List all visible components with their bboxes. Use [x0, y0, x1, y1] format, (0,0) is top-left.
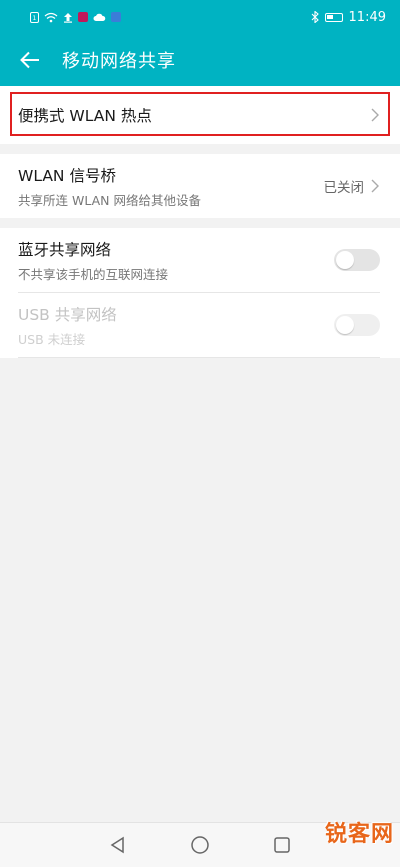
- chevron-right-icon: [371, 179, 379, 193]
- recent-square-icon: [274, 837, 290, 853]
- sim-icon: 1: [30, 11, 39, 23]
- arrow-left-icon: [20, 51, 39, 69]
- watermark-logo: 锐客网: [324, 822, 394, 847]
- usb-tethering-description: USB 未连接: [18, 331, 86, 347]
- divider: [18, 357, 380, 358]
- back-button[interactable]: [12, 42, 48, 78]
- title-bar: 移动网络共享: [0, 34, 400, 86]
- nav-home-button[interactable]: [189, 834, 211, 856]
- wlan-bridge-card: WLAN 信号桥 共享所连 WLAN 网络给其他设备 已关闭: [0, 154, 400, 218]
- section-gap: [0, 218, 400, 228]
- home-circle-icon: [191, 836, 209, 854]
- settings-content: 便携式 WLAN 热点 WLAN 信号桥 共享所连 WLAN 网络给其他设备 已…: [0, 86, 400, 358]
- section-gap: [0, 144, 400, 154]
- bluetooth-tethering-row: 蓝牙共享网络 不共享该手机的互联网连接: [0, 228, 400, 292]
- battery-icon: [324, 12, 343, 22]
- highlight-box: [10, 92, 390, 136]
- status-icons-right: 11:49: [311, 10, 386, 25]
- nav-recent-button[interactable]: [271, 834, 293, 856]
- wlan-bridge-label: WLAN 信号桥: [18, 166, 116, 185]
- svg-text:1: 1: [33, 15, 37, 22]
- hotspot-row[interactable]: 便携式 WLAN 热点: [0, 86, 400, 144]
- hotspot-card: 便携式 WLAN 热点: [0, 86, 400, 144]
- back-triangle-icon: [110, 836, 124, 854]
- wlan-bridge-description: 共享所连 WLAN 网络给其他设备: [18, 192, 201, 208]
- bluetooth-tethering-description: 不共享该手机的互联网连接: [18, 266, 169, 282]
- notification-icon: [111, 12, 121, 22]
- page-title: 移动网络共享: [62, 51, 176, 72]
- app-icon: [78, 12, 88, 22]
- bluetooth-tethering-label: 蓝牙共享网络: [18, 240, 112, 259]
- bluetooth-tethering-toggle[interactable]: [334, 249, 380, 271]
- status-icons-left: 1: [30, 11, 121, 23]
- tethering-card: 蓝牙共享网络 不共享该手机的互联网连接 USB 共享网络 USB 未连接: [0, 228, 400, 358]
- usb-tethering-row: USB 共享网络 USB 未连接: [0, 293, 400, 357]
- bluetooth-icon: [311, 11, 319, 23]
- cloud-icon: [93, 13, 106, 21]
- status-time: 11:49: [348, 9, 386, 25]
- usb-tethering-toggle: [334, 314, 380, 336]
- nav-back-button[interactable]: [107, 834, 129, 856]
- usb-tethering-label: USB 共享网络: [18, 305, 117, 324]
- wlan-bridge-status: 已关闭: [323, 180, 365, 196]
- wifi-icon: [44, 12, 58, 22]
- status-bar: 1 11:49: [0, 0, 400, 34]
- wlan-bridge-row[interactable]: WLAN 信号桥 共享所连 WLAN 网络给其他设备 已关闭: [0, 154, 400, 218]
- upload-icon: [64, 12, 72, 23]
